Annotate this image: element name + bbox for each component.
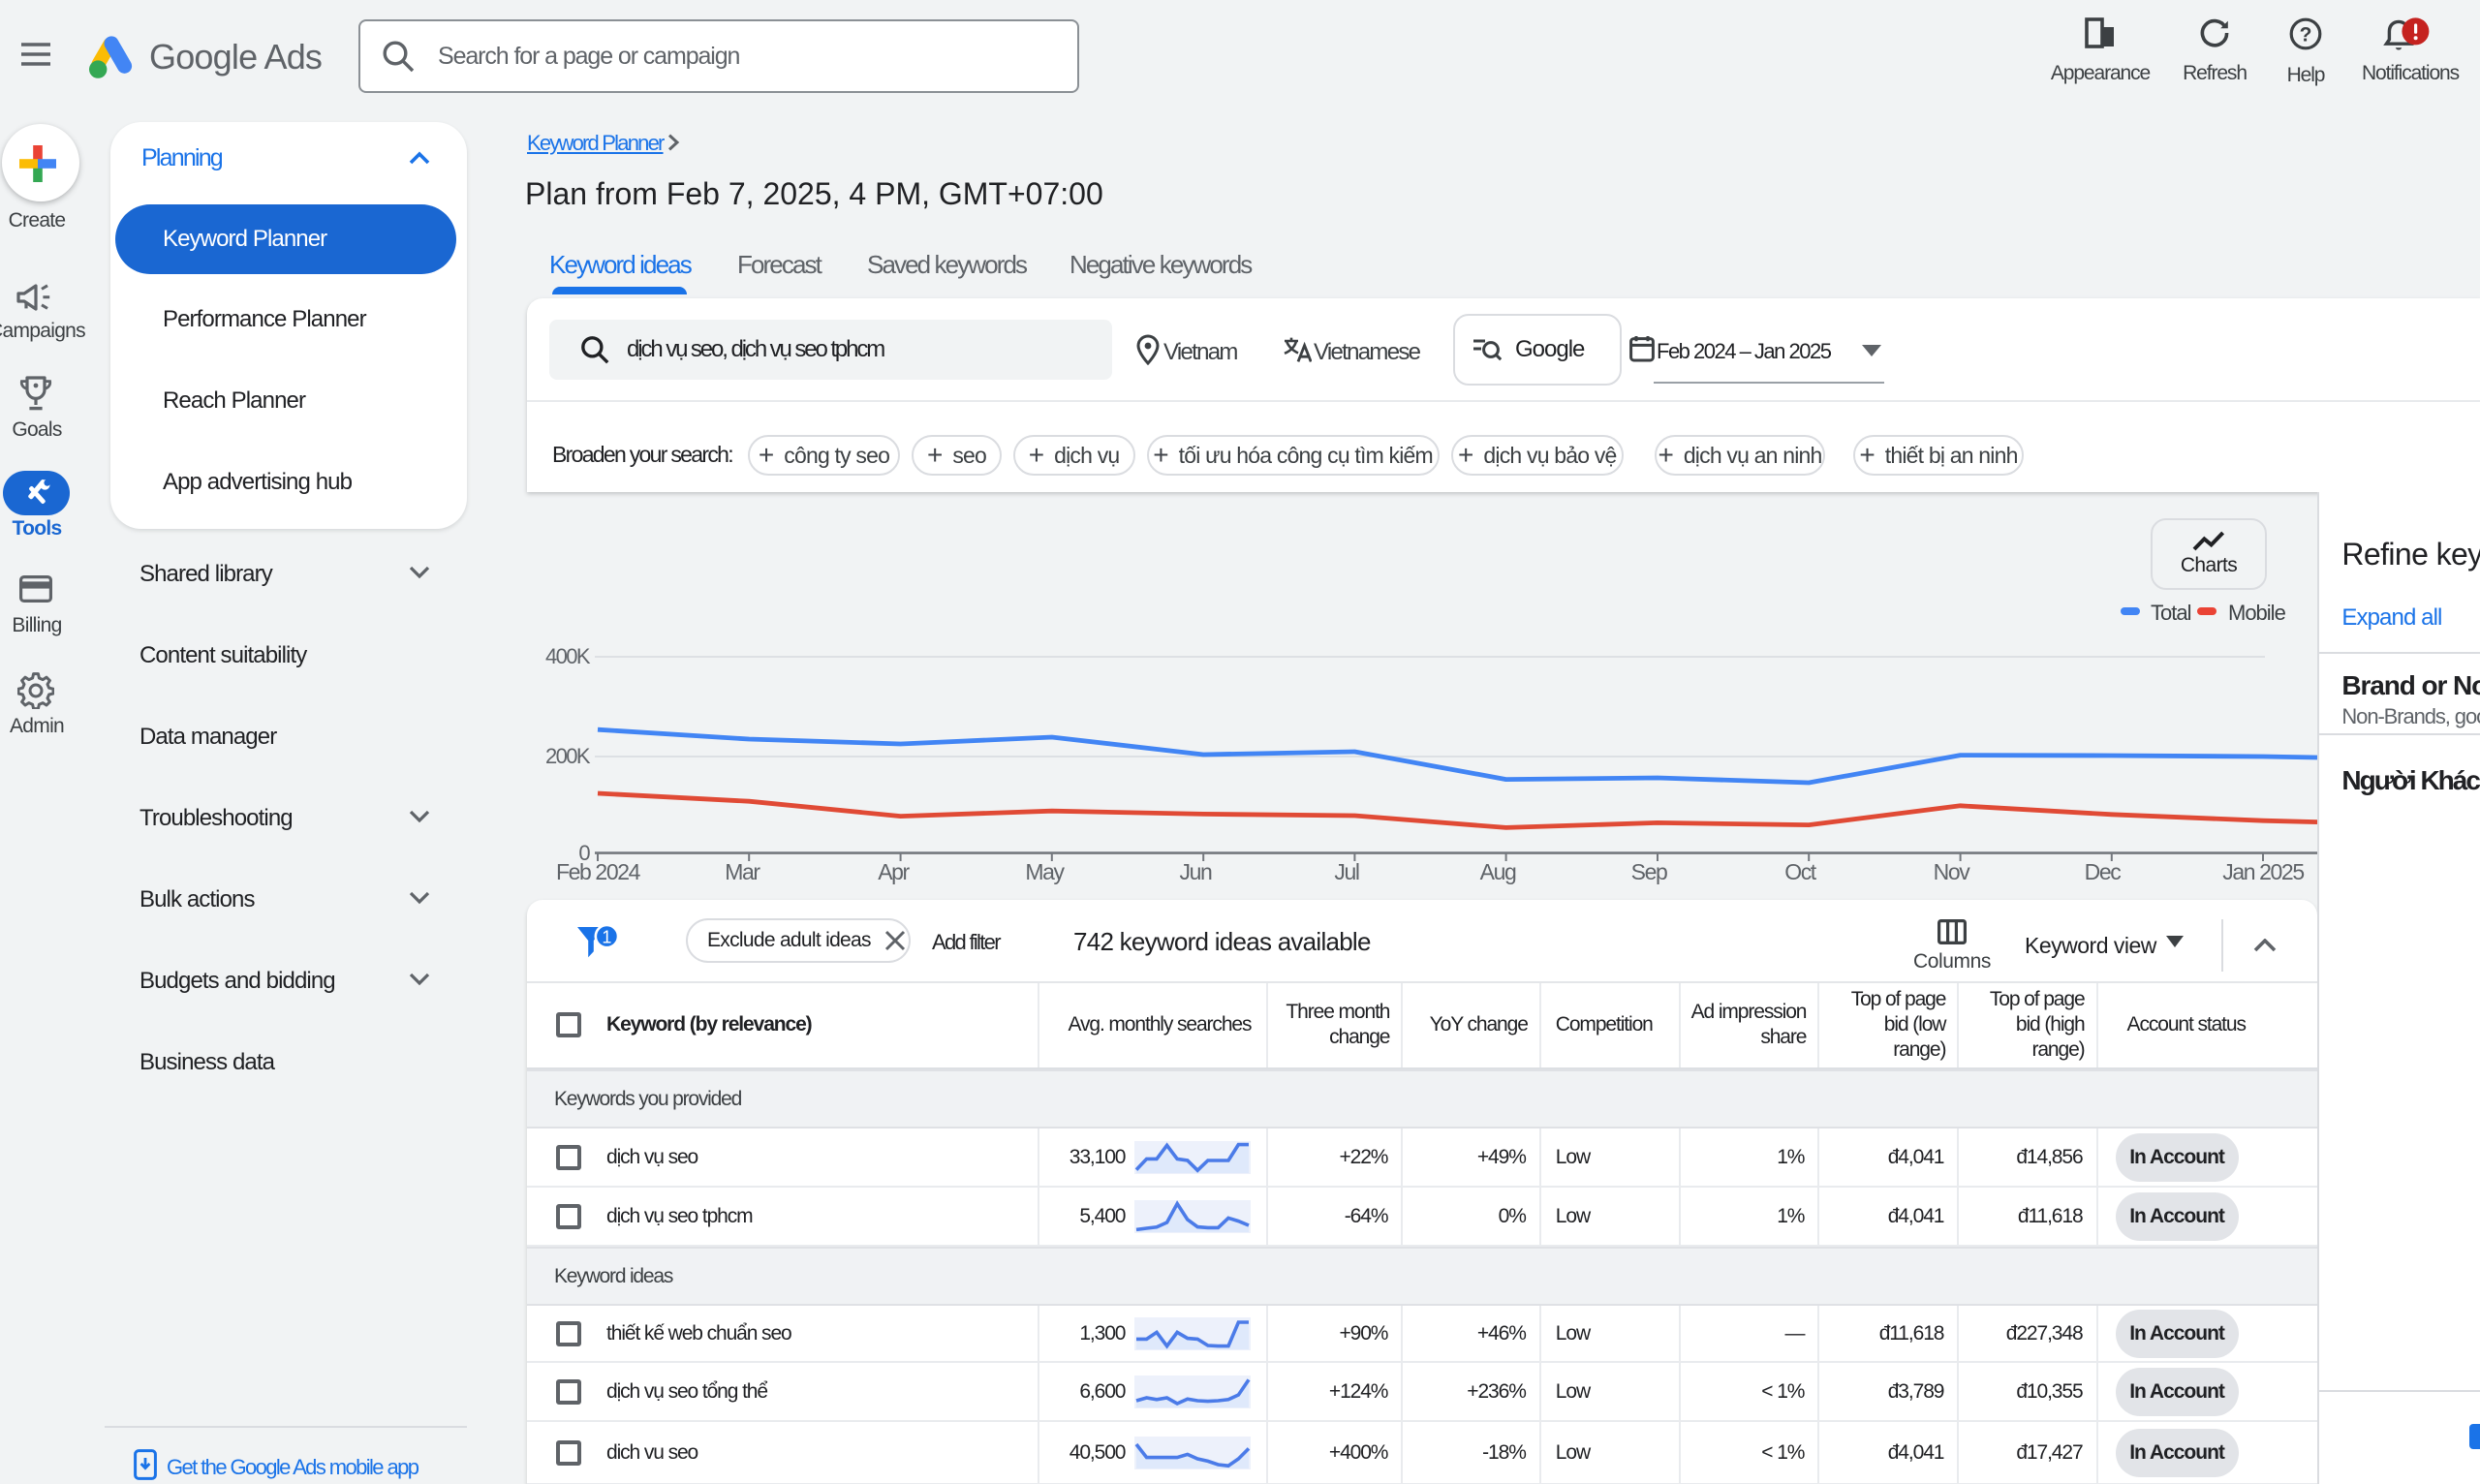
svg-text:?: ? [2300,23,2312,46]
svg-text:1: 1 [602,928,611,947]
